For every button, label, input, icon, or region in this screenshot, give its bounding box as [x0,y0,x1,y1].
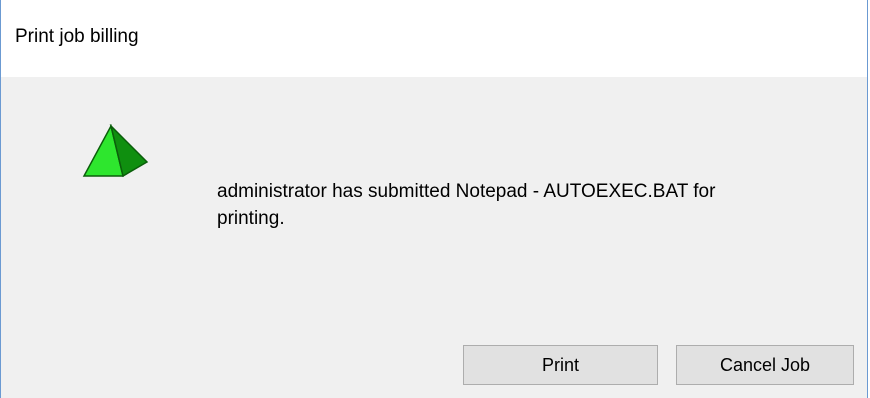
green-pyramid-icon [82,124,149,178]
window-title: Print job billing [15,26,139,47]
dialog-message: administrator has submitted Notepad - AU… [217,178,817,232]
message-line-1: administrator has submitted Notepad - AU… [217,181,716,202]
cancel-job-button[interactable]: Cancel Job [676,345,854,385]
message-line-2: printing. [217,208,285,229]
print-job-billing-dialog: Print job billing administrator has subm… [0,0,868,398]
title-bar[interactable]: Print job billing [1,0,867,77]
print-button[interactable]: Print [463,345,658,385]
